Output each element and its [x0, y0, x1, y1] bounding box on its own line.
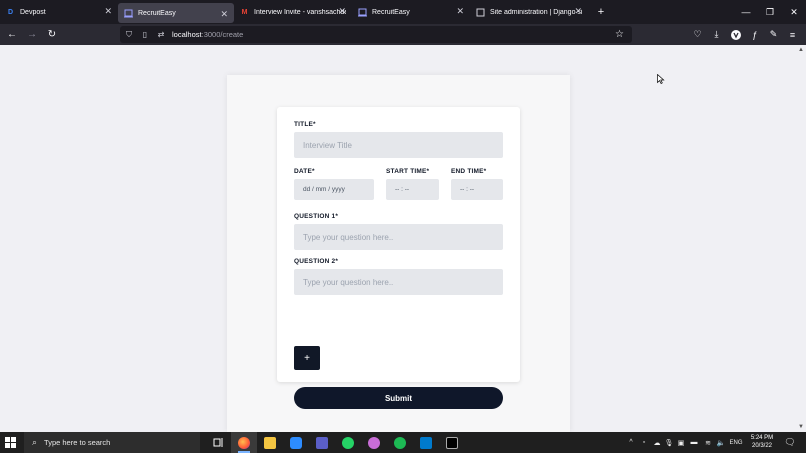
task-view-icon[interactable] — [205, 432, 231, 453]
reload-icon[interactable]: ↻ — [42, 24, 62, 45]
question-1-input[interactable]: Type your question here.. — [294, 224, 503, 250]
whatsapp-icon[interactable] — [335, 432, 361, 453]
page-info-icon[interactable]: ▯ — [138, 26, 152, 43]
tab-title: Site administration | Django site ad — [490, 8, 582, 16]
pocket-icon[interactable]: ♡ — [688, 24, 707, 45]
page-icon — [358, 8, 367, 17]
hamburger-menu-icon[interactable]: ≡ — [783, 24, 802, 45]
close-tab-icon[interactable]: ✕ — [338, 7, 346, 16]
camera-icon[interactable]: ▣ — [676, 432, 686, 453]
teams-icon[interactable] — [309, 432, 335, 453]
tab-strip: D Devpost ✕ RecruitEasy ✕ M Interview In… — [0, 0, 806, 24]
tab-recruiteasy[interactable]: RecruitEasy ✕ — [352, 0, 470, 24]
submit-button[interactable]: Submit — [294, 387, 503, 409]
question-2-input[interactable]: Type your question here.. — [294, 269, 503, 295]
clock-date: 20/3/22 — [751, 443, 773, 449]
shield-icon[interactable]: ⛉ — [122, 26, 136, 43]
taskbar-search-box[interactable]: ⌕ Type here to search — [24, 432, 200, 453]
close-window-icon[interactable]: ✕ — [782, 0, 806, 24]
terminal-icon[interactable] — [439, 432, 465, 453]
extension-v-icon[interactable] — [726, 24, 745, 45]
windows-start-icon[interactable] — [5, 437, 16, 448]
bookmark-star-icon[interactable]: ☆ — [615, 26, 624, 43]
wifi-icon[interactable]: ≋ — [702, 432, 714, 453]
onedrive-cloud-icon[interactable]: ☁ — [651, 432, 663, 453]
tab-title: RecruitEasy — [138, 9, 176, 17]
page-icon — [476, 8, 485, 17]
tray-app-icon[interactable]: ▫ — [639, 432, 649, 453]
close-tab-icon[interactable]: ✕ — [456, 7, 464, 16]
clock-time: 5:24 PM — [750, 435, 774, 441]
end-time-label: END TIME* — [451, 168, 487, 175]
tab-interview-invite[interactable]: M Interview Invite - vanshsachdev ✕ — [234, 0, 352, 24]
question-1-label: QUESTION 1* — [294, 213, 339, 220]
system-clock[interactable]: 5:24 PM 20/3/22 — [744, 434, 780, 450]
tab-devpost[interactable]: D Devpost ✕ — [0, 0, 118, 24]
date-input[interactable]: dd / mm / yyyy — [294, 179, 374, 200]
back-arrow-icon[interactable]: ← — [2, 24, 22, 45]
add-question-button[interactable]: + — [294, 346, 320, 370]
discord-icon[interactable] — [361, 432, 387, 453]
date-label: DATE* — [294, 168, 315, 175]
new-tab-button[interactable]: + — [592, 0, 610, 24]
devpost-favicon-icon: D — [7, 8, 14, 16]
firefox-taskbar-icon[interactable] — [231, 432, 257, 453]
title-label: TITLE* — [294, 121, 316, 128]
microphone-icon[interactable]: 🎙 — [664, 432, 674, 453]
close-tab-icon[interactable]: ✕ — [104, 7, 112, 16]
navigation-bar: ← → ↻ ⛉ ▯ ⇄ localhost:3000/create ☆ ♡ ⤓ … — [0, 24, 806, 45]
tab-recruiteasy-active[interactable]: RecruitEasy ✕ — [118, 3, 234, 23]
tab-title: Interview Invite - vanshsachdev — [254, 8, 346, 16]
create-interview-form: TITLE* Interview Title DATE* dd / mm / y… — [277, 107, 520, 409]
minimize-icon[interactable]: — — [734, 0, 758, 24]
notification-center-icon[interactable]: 🗨 — [783, 432, 797, 453]
file-explorer-icon[interactable] — [257, 432, 283, 453]
scroll-down-icon[interactable]: ▼ — [798, 424, 804, 430]
function-icon[interactable]: ƒ — [745, 24, 764, 45]
zoom-icon[interactable] — [283, 432, 309, 453]
close-tab-icon[interactable]: ✕ — [220, 10, 228, 19]
mouse-cursor-icon — [657, 74, 665, 84]
interview-title-input[interactable]: Interview Title — [294, 132, 503, 158]
close-tab-icon[interactable]: ✕ — [574, 7, 582, 16]
page-icon — [124, 9, 133, 18]
windows-taskbar: ⌕ Type here to search ^ ▫ ☁ 🎙 ▣ ▬ ≋ 🔈 EN… — [0, 432, 806, 453]
search-placeholder: Type here to search — [44, 438, 111, 447]
restore-icon[interactable]: ❐ — [758, 0, 782, 24]
end-time-input[interactable]: -- : -- — [451, 179, 503, 200]
search-icon: ⌕ — [32, 437, 38, 447]
volume-icon[interactable]: 🔈 — [715, 432, 727, 453]
tab-django-admin[interactable]: Site administration | Django site ad ✕ — [470, 0, 588, 24]
battery-icon[interactable]: ▬ — [688, 432, 700, 453]
vertical-scrollbar[interactable]: ▲ ▼ — [797, 45, 806, 432]
url-host: localhost — [172, 30, 202, 39]
downloads-icon[interactable]: ⤓ — [707, 24, 726, 45]
gmail-favicon-icon: M — [241, 8, 248, 16]
vscode-icon[interactable] — [413, 432, 439, 453]
tab-title: RecruitEasy — [372, 8, 410, 16]
address-bar[interactable]: ⛉ ▯ ⇄ localhost:3000/create ☆ — [120, 26, 632, 43]
url-path: :3000/create — [201, 30, 244, 39]
forward-arrow-icon[interactable]: → — [22, 24, 42, 45]
spotify-icon[interactable] — [387, 432, 413, 453]
extension-pen-icon[interactable]: ✎ — [764, 24, 783, 45]
show-hidden-icons-icon[interactable]: ^ — [626, 432, 636, 453]
start-time-input[interactable]: -- : -- — [386, 179, 439, 200]
question-2-label: QUESTION 2* — [294, 258, 339, 265]
start-time-label: START TIME* — [386, 168, 430, 175]
page-viewport: TITLE* Interview Title DATE* dd / mm / y… — [0, 45, 797, 432]
scroll-up-icon[interactable]: ▲ — [798, 47, 804, 53]
language-indicator[interactable]: ENG — [728, 432, 744, 453]
tab-title: Devpost — [20, 8, 46, 16]
permissions-icon[interactable]: ⇄ — [154, 26, 168, 43]
